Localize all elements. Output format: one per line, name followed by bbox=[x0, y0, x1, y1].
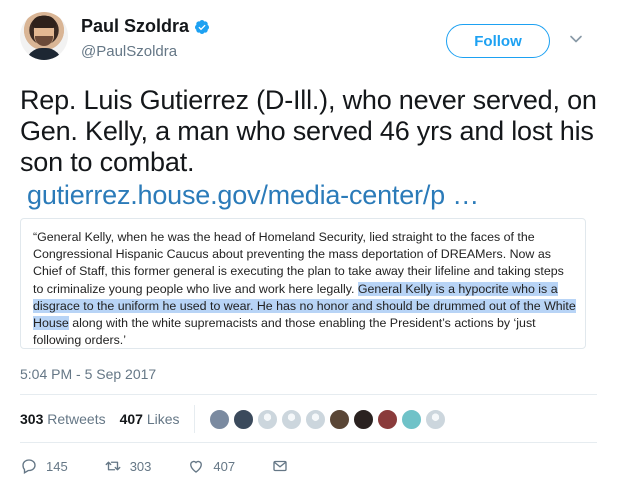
tweet-link[interactable]: gutierrez.house.gov/media-center/p … bbox=[27, 180, 479, 211]
likes-stat[interactable]: 407 Likes bbox=[120, 411, 180, 427]
default-avatar-3[interactable] bbox=[256, 408, 278, 430]
retweet-icon bbox=[105, 461, 121, 471]
retweets-label: Retweets bbox=[47, 411, 106, 427]
quote-text-part2: along with the white supremacists and th… bbox=[33, 316, 536, 348]
retweet-count: 303 bbox=[129, 458, 152, 474]
avatar-hair bbox=[32, 16, 56, 28]
verified-badge-icon bbox=[195, 19, 210, 34]
reply-action[interactable]: 145 bbox=[20, 457, 68, 475]
retweets-count: 303 bbox=[20, 411, 44, 427]
liker-avatars bbox=[208, 408, 449, 430]
envelope-icon bbox=[273, 460, 287, 472]
likes-label: Likes bbox=[146, 411, 180, 427]
liker-avatar-7[interactable] bbox=[352, 408, 374, 430]
liker-avatar-2[interactable] bbox=[232, 408, 254, 430]
tweet-text: Rep. Luis Gutierrez (D-Ill.), who never … bbox=[20, 85, 597, 177]
reply-count: 145 bbox=[46, 458, 68, 474]
author-name-row: Paul Szoldra bbox=[81, 16, 210, 37]
tweet-stats: 303 Retweets 407 Likes bbox=[20, 396, 597, 442]
tweet-header: Paul Szoldra @PaulSzoldra Follow bbox=[20, 12, 597, 68]
like-count: 407 bbox=[213, 458, 236, 474]
like-action[interactable]: 407 bbox=[187, 457, 235, 475]
liker-avatar-6[interactable] bbox=[328, 408, 350, 430]
author-name[interactable]: Paul Szoldra bbox=[81, 16, 189, 37]
avatar-shirt bbox=[26, 48, 62, 60]
likes-count: 407 bbox=[119, 411, 143, 427]
divider bbox=[20, 442, 597, 443]
stats-separator bbox=[193, 405, 195, 433]
quote-text: “General Kelly, when he was the head of … bbox=[33, 229, 577, 348]
liker-avatar-8[interactable] bbox=[376, 408, 398, 430]
default-avatar-4[interactable] bbox=[280, 408, 302, 430]
reply-icon bbox=[22, 459, 36, 474]
tweet-timestamp[interactable]: 5:04 PM - 5 Sep 2017 bbox=[20, 366, 156, 382]
quote-image-card[interactable]: “General Kelly, when he was the head of … bbox=[20, 218, 586, 349]
heart-icon bbox=[190, 460, 203, 473]
default-avatar-5[interactable] bbox=[304, 408, 326, 430]
retweet-action[interactable]: 303 bbox=[104, 457, 152, 475]
default-avatar-10[interactable] bbox=[424, 408, 446, 430]
liker-avatar-1[interactable] bbox=[208, 408, 230, 430]
follow-button[interactable]: Follow bbox=[446, 24, 550, 58]
author-avatar[interactable] bbox=[20, 12, 68, 60]
direct-message-action[interactable] bbox=[271, 457, 297, 475]
author-handle[interactable]: @PaulSzoldra bbox=[81, 43, 177, 60]
divider bbox=[20, 394, 597, 395]
chevron-down-icon[interactable] bbox=[569, 32, 583, 46]
retweets-stat[interactable]: 303 Retweets bbox=[20, 411, 106, 427]
tweet-actions: 145 303 407 bbox=[20, 455, 597, 477]
avatar-beard bbox=[35, 36, 53, 46]
liker-avatar-9[interactable] bbox=[400, 408, 422, 430]
